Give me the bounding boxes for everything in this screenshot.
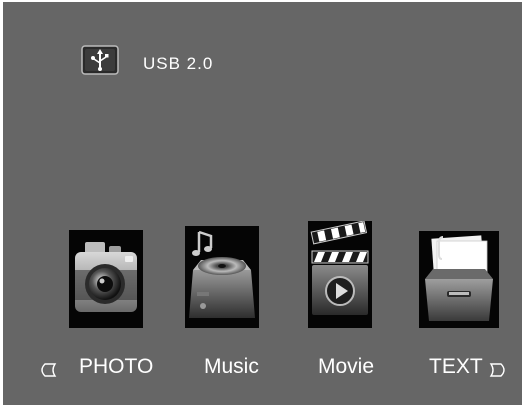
camera-icon bbox=[75, 242, 137, 312]
photo-label[interactable]: PHOTO bbox=[79, 355, 153, 379]
usb-drive-icon bbox=[81, 44, 119, 76]
left-arrow-icon[interactable] bbox=[37, 362, 57, 378]
usb-device-label: USB 2.0 bbox=[143, 54, 214, 73]
photo-tile[interactable] bbox=[69, 230, 143, 328]
media-screen: USB 2.0 PHOTO Music Movie TEXT bbox=[0, 0, 525, 407]
file-folder-icon bbox=[425, 235, 493, 321]
clapperboard-icon bbox=[310, 221, 369, 315]
right-arrow-icon[interactable] bbox=[489, 362, 509, 378]
speaker-disc-icon bbox=[189, 230, 255, 318]
movie-tile[interactable] bbox=[308, 221, 372, 328]
movie-label[interactable]: Movie bbox=[318, 355, 374, 379]
music-label[interactable]: Music bbox=[204, 355, 259, 379]
text-label[interactable]: TEXT bbox=[429, 355, 483, 379]
music-tile[interactable] bbox=[185, 226, 259, 328]
text-tile[interactable] bbox=[419, 231, 499, 328]
